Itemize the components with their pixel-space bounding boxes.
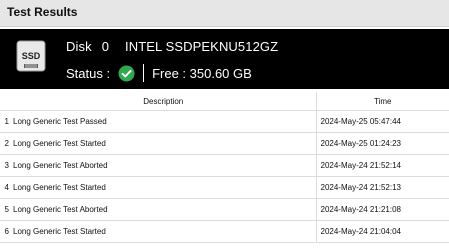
column-header-time[interactable]: Time	[316, 92, 449, 111]
ssd-icon-label: SSD	[22, 51, 41, 61]
disk-info-panel: SSD Disk 0 INTEL SSDPEKNU512GZ Status : Fr…	[0, 29, 449, 89]
test-results-table: Description Time 1 Long Generic Test Pas…	[0, 92, 449, 243]
row-index: 2	[0, 132, 11, 155]
row-description: Long Generic Test Aborted	[11, 198, 317, 221]
check-circle-icon	[118, 64, 135, 82]
free-space: Free : 350.60 GB	[152, 65, 252, 81]
row-time: 2024-May-24 21:52:14	[316, 154, 449, 177]
table-row[interactable]: 1 Long Generic Test Passed 2024-May-25 0…	[0, 110, 449, 133]
row-time: 2024-May-24 21:04:04	[316, 220, 449, 243]
row-index: 6	[0, 220, 11, 243]
row-index: 1	[0, 110, 11, 133]
status-divider	[143, 64, 145, 82]
row-index: 4	[0, 176, 11, 199]
disk-model: INTEL SSDPEKNU512GZ	[125, 39, 279, 54]
row-index: 3	[0, 154, 11, 177]
disk-identity: Disk 0 INTEL SSDPEKNU512GZ	[66, 39, 278, 54]
row-time: 2024-May-24 21:52:13	[316, 176, 449, 199]
row-description: Long Generic Test Started	[11, 220, 317, 243]
table-row[interactable]: 2 Long Generic Test Started 2024-May-25 …	[0, 132, 449, 155]
disk-label: Disk	[66, 39, 92, 54]
row-time: 2024-May-24 21:21:08	[316, 198, 449, 221]
row-description: Long Generic Test Passed	[11, 110, 317, 133]
table-header-row: Description Time	[0, 92, 449, 111]
disk-number: 0	[101, 39, 110, 54]
table-row[interactable]: 5 Long Generic Test Aborted 2024-May-24 …	[0, 198, 449, 221]
table-row[interactable]: 4 Long Generic Test Started 2024-May-24 …	[0, 176, 449, 199]
panel-title: Test Results	[7, 5, 78, 19]
row-description: Long Generic Test Aborted	[11, 154, 317, 177]
row-time: 2024-May-25 01:24:23	[316, 132, 449, 155]
row-time: 2024-May-25 05:47:44	[316, 110, 449, 133]
row-index: 5	[0, 198, 11, 221]
panel-header: Test Results	[0, 0, 449, 27]
ssd-drive-icon: SSD	[16, 40, 46, 72]
disk-status: Status : Free : 350.60 GB	[66, 63, 252, 83]
status-label: Status :	[66, 65, 111, 81]
table-row[interactable]: 6 Long Generic Test Started 2024-May-24 …	[0, 220, 449, 243]
row-description: Long Generic Test Started	[11, 176, 317, 199]
column-header-index[interactable]	[0, 92, 11, 111]
table-row[interactable]: 3 Long Generic Test Aborted 2024-May-24 …	[0, 154, 449, 177]
column-header-description[interactable]: Description	[11, 92, 317, 111]
row-description: Long Generic Test Started	[11, 132, 317, 155]
